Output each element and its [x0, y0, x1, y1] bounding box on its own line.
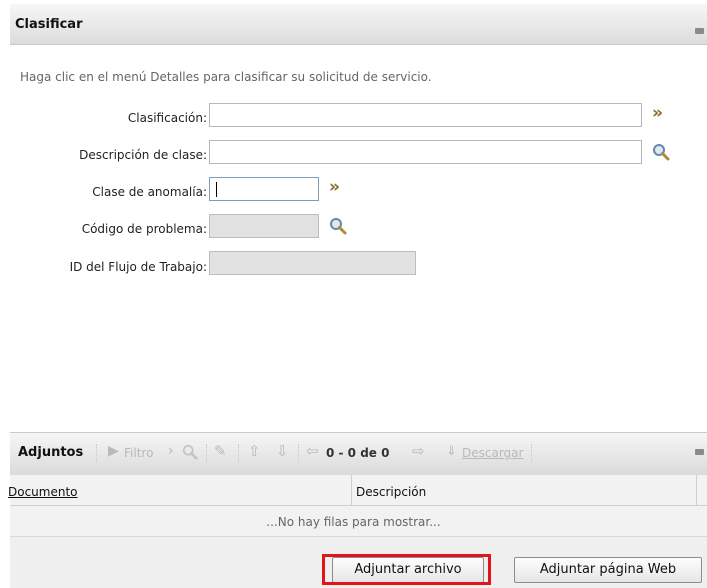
filter-label[interactable]: Filtro	[124, 446, 153, 460]
arrow-down-icon[interactable]: ⇩	[276, 442, 289, 460]
workflow-id-label: ID del Flujo de Trabajo:	[69, 260, 207, 274]
toolbar-separator	[96, 444, 100, 462]
problem-code-input[interactable]	[209, 214, 319, 238]
column-header-description: Descripción	[356, 485, 427, 499]
double-chevron-right-icon[interactable]: »	[329, 177, 340, 197]
anomaly-class-input[interactable]	[209, 177, 319, 201]
edit-icon[interactable]: ✎	[214, 442, 227, 460]
toolbar-separator	[298, 444, 302, 462]
problem-code-label: Código de problema:	[81, 222, 207, 236]
column-divider	[351, 475, 352, 505]
workflow-id-input	[209, 251, 416, 275]
arrow-up-icon[interactable]: ⇧	[248, 442, 261, 460]
chevron-right-icon[interactable]: ›	[168, 443, 174, 459]
pager-text: 0 - 0 de 0	[326, 446, 390, 460]
previous-page-icon[interactable]: ⇦	[306, 442, 319, 460]
double-chevron-right-icon[interactable]: »	[652, 103, 663, 123]
minimize-icon[interactable]	[695, 28, 704, 34]
highlight-box	[322, 554, 491, 585]
column-divider	[696, 475, 697, 505]
search-icon[interactable]	[182, 444, 198, 460]
class-description-label: Descripción de clase:	[79, 148, 207, 162]
classify-section-header	[10, 4, 707, 45]
column-header-document[interactable]: Documento	[8, 485, 78, 499]
toolbar-separator	[531, 444, 535, 462]
anomaly-class-label: Clase de anomalía:	[92, 185, 207, 199]
magnifier-icon[interactable]	[329, 217, 347, 235]
attach-web-page-button[interactable]: Adjuntar página Web	[514, 557, 702, 583]
classification-input[interactable]	[209, 103, 642, 127]
classify-section-title: Clasificar	[15, 17, 83, 32]
classify-instructions: Haga clic en el menú Detalles para clasi…	[20, 70, 432, 84]
toolbar-separator	[238, 444, 242, 462]
classification-label: Clasificación:	[127, 111, 207, 125]
download-link[interactable]: Descargar	[462, 446, 523, 460]
magnifier-icon[interactable]	[652, 143, 670, 161]
class-description-input[interactable]	[209, 140, 642, 164]
download-icon[interactable]: ⇓	[446, 444, 457, 459]
filter-arrow-icon[interactable]: ▶	[108, 443, 119, 459]
attachments-title: Adjuntos	[18, 445, 84, 460]
next-page-icon[interactable]: ⇨	[412, 442, 425, 460]
empty-message: ...No hay filas para mostrar...	[266, 515, 441, 529]
minimize-icon[interactable]	[695, 449, 704, 455]
toolbar-separator	[206, 444, 210, 462]
